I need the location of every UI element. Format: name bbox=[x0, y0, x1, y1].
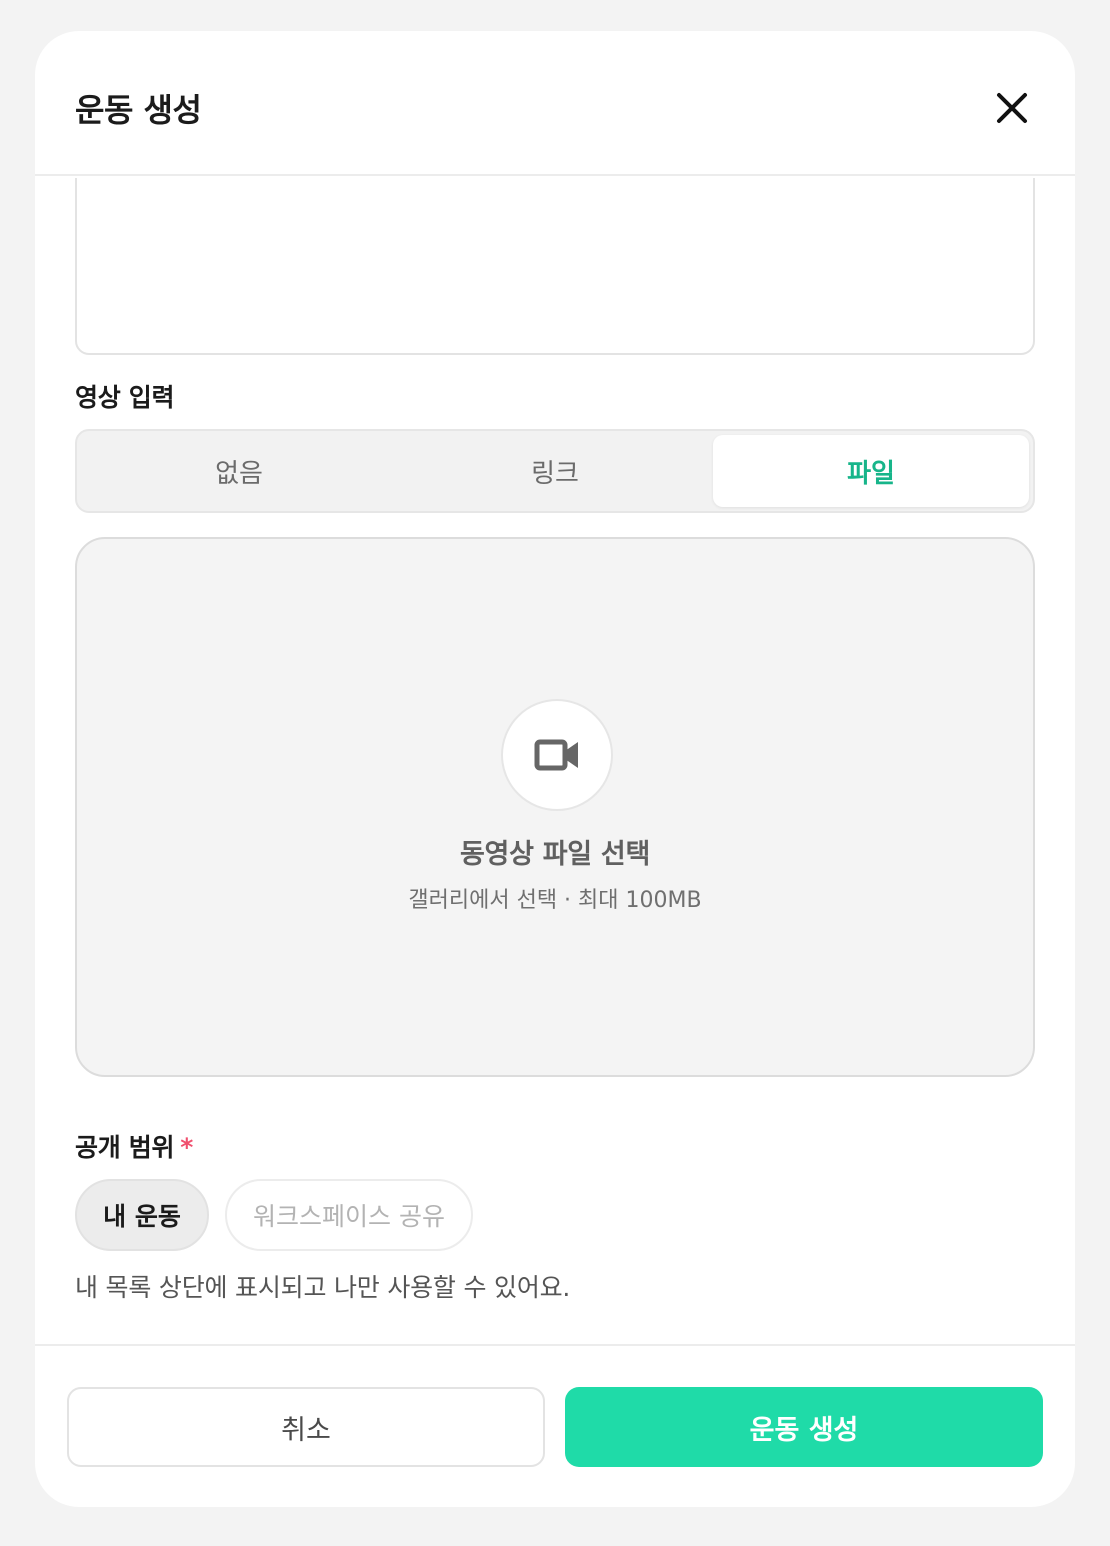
modal-footer: 취소 운동 생성 bbox=[35, 1344, 1075, 1507]
video-option-link[interactable]: 링크 bbox=[397, 435, 713, 507]
create-exercise-modal: 운동 생성 영상 입력 없음 링크 파일 동영상 파일 선택 갤러리에서 선택 … bbox=[35, 31, 1075, 1507]
video-option-none[interactable]: 없음 bbox=[81, 435, 397, 507]
cancel-button[interactable]: 취소 bbox=[67, 1387, 545, 1467]
dropzone-subtitle: 갤러리에서 선택 · 최대 100MB bbox=[408, 888, 702, 913]
dropzone-title: 동영상 파일 선택 bbox=[460, 839, 650, 870]
video-file-dropzone[interactable]: 동영상 파일 선택 갤러리에서 선택 · 최대 100MB bbox=[75, 537, 1035, 1077]
video-camera-icon bbox=[534, 739, 578, 771]
visibility-label: 공개 범위 * bbox=[75, 1128, 193, 1164]
video-input-segmented-control: 없음 링크 파일 bbox=[75, 429, 1035, 513]
close-icon bbox=[997, 93, 1027, 123]
description-textarea[interactable] bbox=[75, 178, 1035, 355]
modal-body[interactable]: 영상 입력 없음 링크 파일 동영상 파일 선택 갤러리에서 선택 · 최대 1… bbox=[35, 178, 1075, 1344]
video-camera-icon-container bbox=[501, 699, 613, 811]
close-button[interactable] bbox=[987, 83, 1037, 133]
create-exercise-button[interactable]: 운동 생성 bbox=[565, 1387, 1043, 1467]
required-mark: * bbox=[180, 1133, 193, 1162]
visibility-option-my-exercise[interactable]: 내 운동 bbox=[75, 1179, 209, 1251]
visibility-description: 내 목록 상단에 표시되고 나만 사용할 수 있어요. bbox=[75, 1273, 571, 1302]
visibility-label-text: 공개 범위 bbox=[75, 1133, 175, 1162]
modal-header: 운동 생성 bbox=[35, 31, 1075, 176]
modal-title: 운동 생성 bbox=[75, 91, 202, 129]
visibility-option-workspace-share[interactable]: 워크스페이스 공유 bbox=[225, 1179, 473, 1251]
video-option-file[interactable]: 파일 bbox=[713, 435, 1029, 507]
video-input-label: 영상 입력 bbox=[75, 383, 175, 412]
